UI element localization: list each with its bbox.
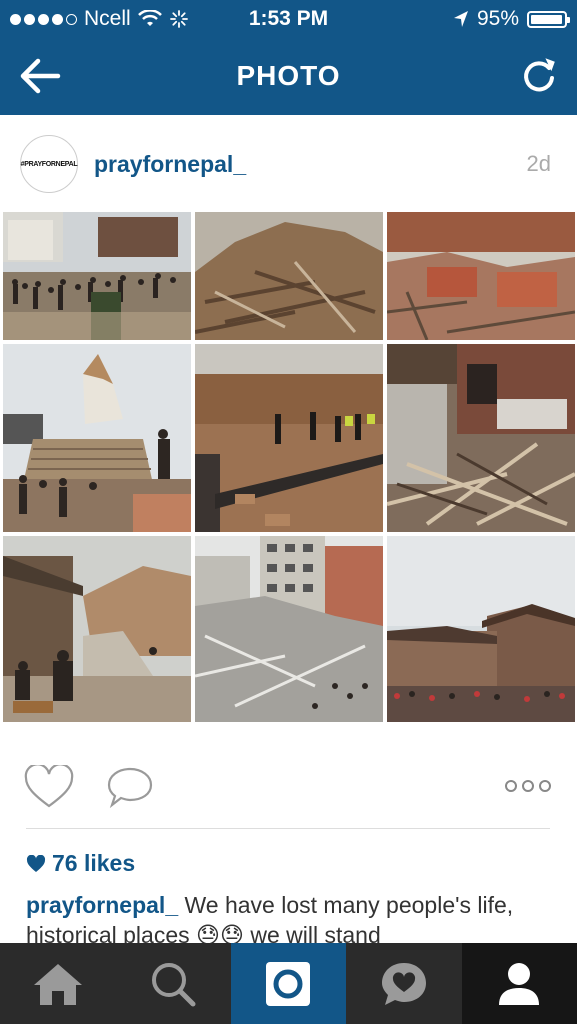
post-username[interactable]: prayfornepal_ <box>94 151 246 178</box>
avatar[interactable]: #PRAYFORNEPAL <box>20 135 78 193</box>
heart-icon[interactable] <box>24 765 74 809</box>
likes-label: 76 likes <box>52 850 136 876</box>
divider <box>26 828 550 829</box>
tab-search[interactable] <box>115 943 230 1024</box>
activity-icon <box>381 962 426 1005</box>
photo-cell-damaged-street <box>3 536 191 722</box>
page-title: PHOTO <box>236 60 341 91</box>
profile-icon <box>499 962 540 1005</box>
likes-count[interactable]: 76 likes <box>26 850 135 877</box>
battery-icon <box>527 10 570 28</box>
post-actions <box>0 755 577 825</box>
photo-cell-durbar-square <box>387 536 575 722</box>
heart-filled-icon <box>26 854 46 872</box>
post-photo[interactable] <box>3 212 575 722</box>
status-bar: Ncell 1:53 PM 95% <box>0 0 577 38</box>
tab-home[interactable] <box>0 943 115 1024</box>
photo-cell-rescue-workers <box>195 344 383 532</box>
caption-username[interactable]: prayfornepal_ <box>26 892 178 918</box>
tab-camera[interactable] <box>230 943 347 1024</box>
refresh-icon[interactable] <box>519 54 559 98</box>
photo-cell-rubble-1 <box>195 212 383 340</box>
photo-cell-rubble-2 <box>387 212 575 340</box>
nav-bar: PHOTO <box>0 38 577 115</box>
more-options-icon[interactable] <box>505 780 551 792</box>
tab-activity[interactable] <box>346 943 461 1024</box>
post-header: #PRAYFORNEPAL prayfornepal_ 2d <box>0 115 577 210</box>
post-time-ago: 2d <box>526 151 551 176</box>
photo-cell-collapsed-building <box>195 536 383 722</box>
photo-cell-collapsed-tower <box>3 344 191 532</box>
battery-percent: 95% <box>476 7 519 30</box>
comment-icon[interactable] <box>106 765 154 809</box>
location-arrow-icon <box>453 11 468 27</box>
post-caption: prayfornepal_ We have lost many people's… <box>26 890 556 950</box>
camera-icon <box>266 961 311 1006</box>
search-icon <box>152 962 196 1006</box>
tab-bar <box>0 943 577 1024</box>
tab-profile[interactable] <box>461 943 577 1024</box>
home-icon <box>33 963 82 1005</box>
photo-cell-broken-house <box>387 344 575 532</box>
photo-cell-crowd-square <box>3 212 191 340</box>
